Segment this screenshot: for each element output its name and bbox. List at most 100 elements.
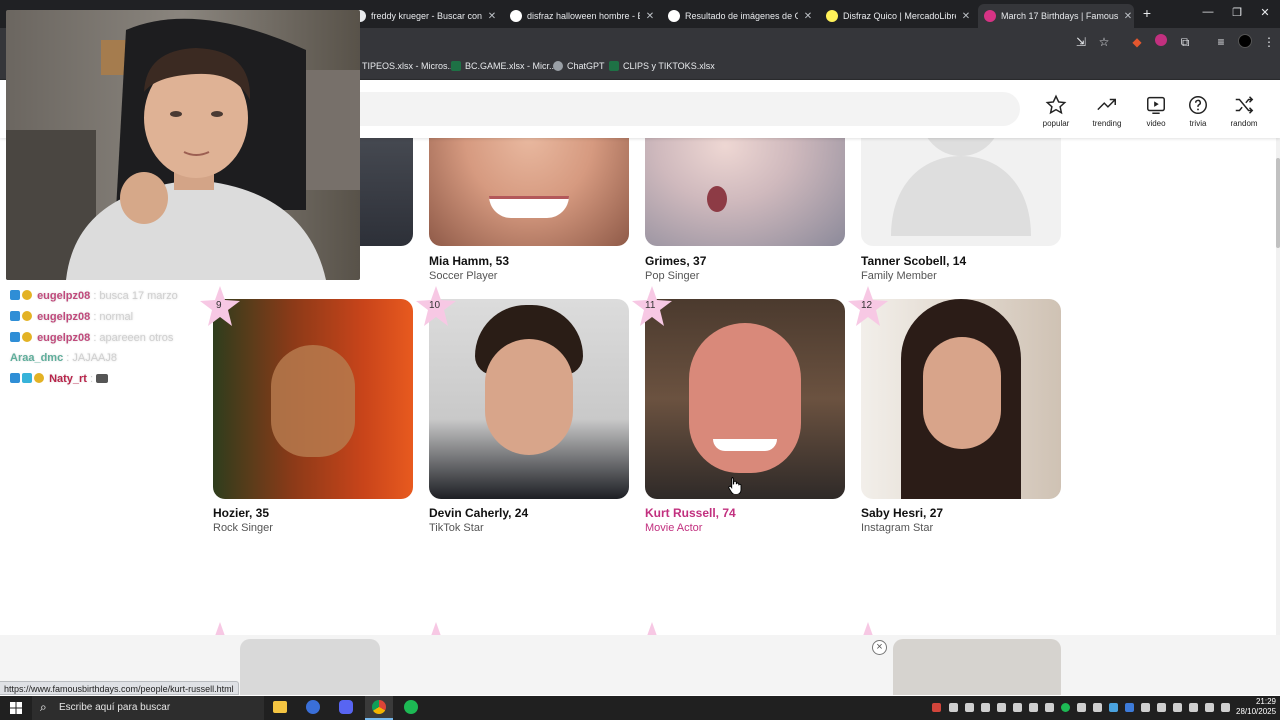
- celebrity-photo[interactable]: [861, 299, 1061, 499]
- browser-tab[interactable]: freddy krueger - Buscar con Go ✕: [348, 4, 498, 28]
- browser-tab[interactable]: Resultado de imágenes de Goo ✕: [662, 4, 814, 28]
- new-tab-button[interactable]: +: [1139, 5, 1155, 21]
- chat-text: : busca 17 marzo: [93, 290, 178, 302]
- nav-label: popular: [1042, 119, 1070, 128]
- windows-taskbar: ⌕ Escribe aquí para buscar 21:29 28/10/2…: [0, 696, 1280, 720]
- minimize-window-icon[interactable]: —: [1200, 6, 1216, 18]
- media-control-icon[interactable]: ≡: [1213, 34, 1229, 50]
- celebrity-photo[interactable]: [645, 138, 845, 246]
- extension-fox-icon[interactable]: ◆: [1129, 34, 1145, 50]
- tray-icon[interactable]: [1077, 703, 1086, 712]
- chat-username: eugelpz08: [37, 332, 91, 344]
- install-app-icon[interactable]: ⇲: [1073, 34, 1089, 50]
- bookmark-item[interactable]: TIPEOS.xlsx - Micros...: [362, 61, 455, 71]
- browser-tab[interactable]: Disfraz Quico | MercadoLibre ✕: [820, 4, 972, 28]
- bluetooth-icon[interactable]: [1125, 703, 1134, 712]
- tray-icon[interactable]: [997, 703, 1006, 712]
- celebrity-name[interactable]: Devin Caherly, 24: [429, 506, 528, 520]
- tray-icon[interactable]: [981, 703, 990, 712]
- hand-cursor-icon: [728, 477, 742, 494]
- rank-star-icon: [215, 622, 225, 635]
- tray-icon[interactable]: [1141, 703, 1150, 712]
- close-tab-icon[interactable]: ✕: [1122, 11, 1134, 22]
- nav-label: video: [1146, 119, 1166, 128]
- taskbar-search-box[interactable]: ⌕ Escribe aquí para buscar: [32, 696, 264, 720]
- celebrity-photo[interactable]: [213, 299, 413, 499]
- keyboard-icon[interactable]: [1205, 703, 1214, 712]
- bookmark-star-icon[interactable]: ☆: [1096, 34, 1112, 50]
- extensions-puzzle-icon[interactable]: ⧉: [1177, 34, 1193, 50]
- bookmark-item[interactable]: ChatGPT: [553, 61, 605, 71]
- celebrity-profession: Soccer Player: [429, 270, 498, 282]
- rank-number: 10: [429, 300, 441, 311]
- tray-icon[interactable]: [1013, 703, 1022, 712]
- microphone-icon[interactable]: [1157, 703, 1166, 712]
- bookmark-item[interactable]: BC.GAME.xlsx - Micr...: [451, 61, 557, 71]
- discord-icon[interactable]: [339, 700, 353, 714]
- tray-spotify-icon[interactable]: [1061, 703, 1070, 712]
- network-icon[interactable]: [1189, 703, 1198, 712]
- rank-star-icon: [647, 622, 657, 635]
- browser-menu-icon[interactable]: ⋮: [1261, 34, 1277, 50]
- close-tab-icon[interactable]: ✕: [486, 11, 498, 22]
- scrollbar-thumb[interactable]: [1276, 158, 1280, 248]
- celebrity-photo[interactable]: [429, 299, 629, 499]
- clock-time: 21:29: [1255, 697, 1276, 706]
- chat-badge-icon: [34, 373, 44, 383]
- bookmark-item[interactable]: CLIPS y TIKTOKS.xlsx: [609, 61, 715, 71]
- chat-badge-icon: [10, 311, 20, 321]
- chrome-taskbar-button[interactable]: [365, 696, 393, 720]
- browser-tab[interactable]: disfraz halloween hombre - Bus ✕: [504, 4, 656, 28]
- ad-image[interactable]: [240, 639, 380, 695]
- tray-icon[interactable]: [1029, 703, 1038, 712]
- celebrity-name[interactable]: Saby Hesri, 27: [861, 506, 943, 520]
- close-tab-icon[interactable]: ✕: [960, 11, 972, 22]
- chat-username: eugelpz08: [37, 311, 91, 323]
- browser-tab-active[interactable]: March 17 Birthdays | Famous B ✕: [978, 4, 1134, 28]
- celebrity-name[interactable]: Hozier, 35: [213, 506, 269, 520]
- app-icon[interactable]: [306, 700, 320, 714]
- rank-star-icon: [431, 622, 441, 635]
- tray-icon[interactable]: [1221, 703, 1230, 712]
- nav-random[interactable]: random: [1219, 94, 1269, 128]
- site-search-input[interactable]: [330, 92, 1020, 126]
- tray-icon[interactable]: [932, 703, 941, 712]
- tray-icon[interactable]: [1109, 703, 1118, 712]
- tray-icon[interactable]: [949, 703, 958, 712]
- spotify-icon[interactable]: [404, 700, 418, 714]
- extension-pink-icon[interactable]: [1153, 34, 1169, 50]
- tray-icon[interactable]: [965, 703, 974, 712]
- celebrity-name-hovered[interactable]: Kurt Russell, 74: [645, 506, 736, 520]
- tab-title: freddy krueger - Buscar con Go: [371, 11, 482, 21]
- tray-icon[interactable]: [1045, 703, 1054, 712]
- nav-trivia[interactable]: trivia: [1173, 94, 1223, 128]
- celebrity-name[interactable]: Grimes, 37: [645, 254, 706, 268]
- celebrity-photo[interactable]: [645, 299, 845, 499]
- page-scrollbar[interactable]: [1276, 138, 1280, 635]
- placeholder-avatar[interactable]: [861, 138, 1061, 246]
- nav-trending[interactable]: trending: [1082, 94, 1132, 128]
- volume-icon[interactable]: [1173, 703, 1182, 712]
- celebrity-photo[interactable]: [429, 138, 629, 246]
- nav-popular[interactable]: popular: [1031, 94, 1081, 128]
- file-explorer-icon[interactable]: [273, 701, 287, 713]
- rank-number: 9: [216, 300, 222, 311]
- maximize-window-icon[interactable]: ❐: [1229, 6, 1245, 19]
- celebrity-name[interactable]: Mia Hamm, 53: [429, 254, 509, 268]
- rank-number: 12: [861, 300, 873, 311]
- close-window-icon[interactable]: ✕: [1257, 6, 1273, 19]
- close-tab-icon[interactable]: ✕: [644, 11, 656, 22]
- windows-start-icon[interactable]: [10, 702, 22, 714]
- celebrity-name[interactable]: Tanner Scobell, 14: [861, 254, 966, 268]
- face-shape: [271, 345, 355, 457]
- nav-label: trending: [1092, 119, 1122, 128]
- clock-date: 28/10/2025: [1236, 707, 1277, 716]
- close-ad-button[interactable]: ×: [872, 640, 887, 655]
- taskbar-clock[interactable]: 21:29 28/10/2025: [1236, 697, 1276, 717]
- chat-text: : apareeen otros: [93, 332, 174, 344]
- close-tab-icon[interactable]: ✕: [802, 11, 814, 22]
- ad-image[interactable]: [893, 639, 1061, 695]
- smile-shape: [489, 196, 569, 218]
- profile-avatar[interactable]: [1237, 34, 1253, 50]
- tray-icon[interactable]: [1093, 703, 1102, 712]
